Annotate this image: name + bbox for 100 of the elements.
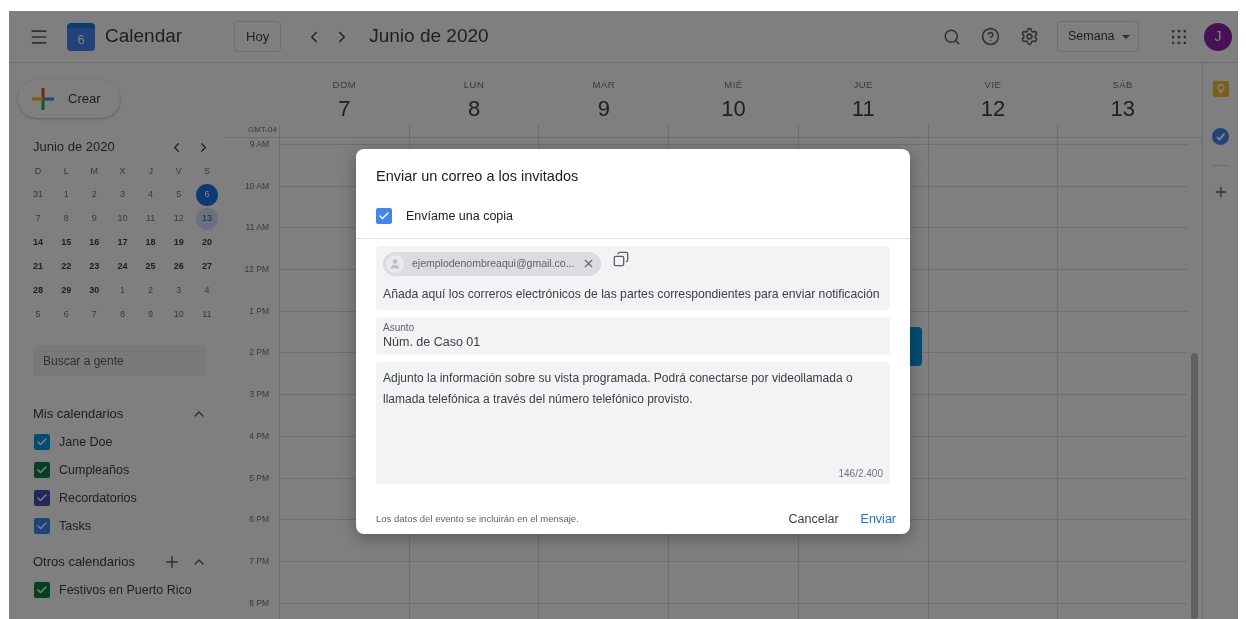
checkbox[interactable] — [376, 208, 392, 225]
check-icon — [36, 520, 48, 532]
recipient-email: ejemplodenombreaqui@gmail.co... — [412, 255, 575, 271]
view-select[interactable]: Semana — [1057, 21, 1139, 52]
mini-calendar-day[interactable]: 10 — [167, 304, 190, 326]
hour-label: 10 AM — [244, 179, 269, 192]
mini-calendar-day[interactable]: 22 — [55, 256, 78, 278]
day-number[interactable]: 13 — [1110, 96, 1135, 123]
hour-label: 5 PM — [249, 471, 269, 484]
people-search-field[interactable]: Buscar a gente — [33, 345, 206, 376]
mini-calendar-day[interactable]: 8 — [55, 208, 78, 230]
tasks-check-icon[interactable] — [1212, 128, 1229, 145]
mini-calendar-day[interactable]: 10 — [111, 208, 134, 230]
mini-calendar-day[interactable]: 6 — [55, 304, 78, 326]
calendar-label: Jane Doe — [59, 433, 113, 451]
mini-calendar-day[interactable]: 14 — [27, 232, 50, 254]
mini-calendar-day[interactable]: 5 — [167, 184, 190, 206]
mini-calendar-day[interactable]: 17 — [111, 232, 134, 254]
mini-calendar-day[interactable]: 26 — [167, 256, 190, 278]
search-icon[interactable] — [943, 27, 961, 46]
app-name: Calendar — [105, 24, 183, 49]
mini-calendar-day[interactable]: 19 — [167, 232, 190, 254]
calendar-label: Cumpleaños — [59, 461, 130, 479]
message-text: Adjunto la información sobre su vista programada. Podrá conectarse por videollamada o llamada telefónica a través del número telefónico provisto. — [383, 369, 854, 408]
day-of-week: SÁB — [1112, 78, 1133, 92]
mini-calendar-day[interactable]: 24 — [111, 256, 134, 278]
cancel-button[interactable]: Cancelar — [780, 504, 847, 534]
day-number[interactable]: 12 — [980, 96, 1006, 123]
check-icon — [36, 492, 48, 504]
weekday-label: M — [89, 165, 100, 179]
mini-calendar-day[interactable]: 31 — [27, 184, 50, 206]
day-number[interactable]: 8 — [467, 96, 481, 123]
mini-calendar-day[interactable]: 4 — [139, 184, 162, 206]
mini-calendar-day[interactable]: 20 — [195, 232, 218, 254]
calendar-checkbox[interactable] — [34, 490, 50, 506]
copy-icon[interactable] — [613, 250, 630, 267]
mini-calendar-day[interactable]: 12 — [167, 208, 190, 230]
mini-calendar-day[interactable]: 27 — [195, 256, 218, 278]
mini-calendar-day[interactable]: 8 — [111, 304, 134, 326]
period-title: Junio de 2020 — [369, 24, 489, 49]
mini-calendar-day[interactable]: 4 — [195, 280, 218, 302]
help-icon[interactable] — [981, 27, 1000, 46]
account-avatar[interactable]: J — [1204, 22, 1232, 51]
mini-calendar-day[interactable]: 2 — [139, 280, 162, 302]
apps-grid-icon[interactable] — [1172, 29, 1186, 44]
calendar-checkbox[interactable] — [34, 434, 50, 450]
day-number[interactable]: 11 — [851, 96, 875, 123]
subject-field[interactable]: Asunto Núm. de Caso 01 — [376, 317, 890, 355]
recipients-field[interactable]: ejemplodenombreaqui@gmail.co... Añada aquí los correros electrónicos de las partes correspondientes para enviar notificación — [376, 245, 890, 311]
calendar-label: Festivos en Puerto Rico — [59, 581, 192, 599]
mini-calendar-day[interactable]: 9 — [139, 304, 162, 326]
mini-calendar-day[interactable]: 28 — [27, 280, 50, 302]
mini-calendar-day[interactable]: 25 — [139, 256, 162, 278]
message-field[interactable]: Adjunto la información sobre su vista programada. Podrá conectarse por videollamada o llamada telefónica a través del número telefónico provisto. 146/2.400 — [376, 361, 890, 484]
mini-calendar-day[interactable]: 3 — [111, 184, 134, 206]
mini-calendar-day[interactable]: 7 — [83, 304, 106, 326]
mini-calendar-day[interactable]: 30 — [83, 280, 106, 302]
mini-calendar-day[interactable]: 11 — [139, 208, 162, 230]
mini-calendar-day[interactable]: 23 — [83, 256, 106, 278]
mini-calendar-title: Junio de 2020 — [33, 138, 116, 157]
send-button[interactable]: Enviar — [852, 504, 904, 534]
mini-calendar-day[interactable]: 6 — [195, 184, 218, 206]
create-button[interactable]: Crear — [18, 80, 120, 118]
day-number[interactable]: 10 — [721, 96, 746, 123]
mini-calendar-day[interactable]: 29 — [55, 280, 78, 302]
plus-icon — [32, 88, 54, 110]
weekday-label: D — [33, 165, 43, 179]
day-number[interactable]: 9 — [597, 96, 610, 123]
settings-icon[interactable] — [1020, 27, 1039, 46]
mini-calendar-day[interactable]: 11 — [195, 304, 218, 326]
check-icon — [36, 584, 48, 596]
calendar-checkbox[interactable] — [34, 518, 50, 534]
mini-calendar-day[interactable]: 18 — [139, 232, 162, 254]
mini-calendar-day[interactable]: 15 — [55, 232, 78, 254]
hour-label: 1 PM — [249, 304, 269, 317]
day-of-week: MAR — [592, 78, 616, 92]
add-icon[interactable] — [163, 553, 181, 571]
mini-calendar-day[interactable]: 1 — [111, 280, 134, 302]
footer-note: Los datos del evento se incluirán en el mensaje. — [376, 511, 580, 526]
calendar-checkbox[interactable] — [34, 582, 50, 598]
mini-calendar-day[interactable]: 5 — [27, 304, 50, 326]
mini-calendar-day[interactable]: 9 — [83, 208, 106, 230]
subject-value: Núm. de Caso 01 — [383, 334, 482, 351]
mini-calendar-day[interactable]: 7 — [27, 208, 50, 230]
calendar-checkbox[interactable] — [34, 462, 50, 478]
day-of-week: MIÉ — [724, 78, 743, 92]
mini-calendar-day[interactable]: 3 — [167, 280, 190, 302]
today-button[interactable]: Hoy — [234, 21, 282, 52]
day-of-week: LUN — [463, 78, 485, 92]
mini-calendar-day[interactable]: 2 — [83, 184, 106, 206]
calendar-logo-icon: 6 — [67, 22, 95, 51]
scrollbar-thumb[interactable] — [1191, 353, 1198, 619]
mini-calendar-day[interactable]: 16 — [83, 232, 106, 254]
mini-calendar-day[interactable]: 13 — [195, 208, 218, 230]
day-number[interactable]: 7 — [338, 96, 351, 123]
section-title: Otros calendarios — [33, 553, 136, 572]
mini-calendar-day[interactable]: 1 — [55, 184, 78, 206]
hour-label: 12 PM — [244, 263, 269, 276]
recipient-chip[interactable]: ejemplodenombreaqui@gmail.co... — [383, 251, 602, 276]
mini-calendar-day[interactable]: 21 — [27, 256, 50, 278]
